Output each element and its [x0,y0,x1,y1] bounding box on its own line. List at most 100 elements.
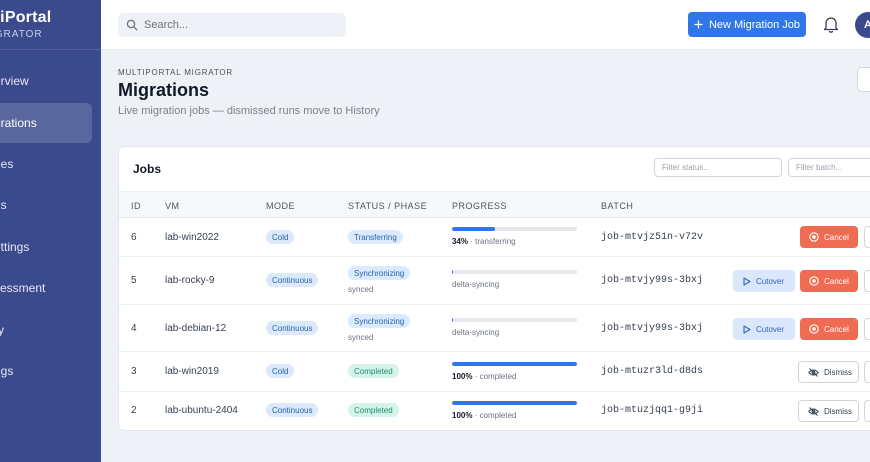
progress-bar [452,227,577,231]
sidebar-item-history[interactable]: ry [0,310,92,350]
dismiss-button[interactable]: Dismiss [798,361,859,383]
progress-bar [452,318,577,322]
table-row: 4 lab-debian-12 Continuous Synchronizing… [119,305,870,352]
sidebar: ltiPortal IGRATOR erview grations des gs… [0,0,101,462]
progress-text: delta-syncing [452,280,499,289]
sidebar-item-label: gs [0,198,7,212]
sidebar-item-logs[interactable]: gs [0,185,92,225]
row-menu-button[interactable] [864,400,870,422]
play-icon [743,324,751,334]
top-bar: New Migration Job A [101,0,870,50]
cancel-circle-icon [809,276,819,286]
job-id: 6 [131,232,137,243]
job-id: 4 [131,323,137,334]
cutover-button[interactable]: Cutover [733,270,795,292]
cancel-label: Cancel [824,276,849,286]
brand-divider [0,49,101,50]
filter-batch-input[interactable] [788,158,870,177]
column-header-id: ID [131,201,141,211]
plus-icon [694,20,703,29]
table-row: 2 lab-ubuntu-2404 Continuous Completed 1… [119,392,870,430]
cancel-label: Cancel [824,232,849,242]
cutover-button[interactable]: Cutover [733,318,795,340]
page-eyebrow: MULTIPORTAL MIGRATOR [118,68,233,77]
table-row: 6 lab-win2022 Cold Transferring 34% · tr… [119,218,870,257]
progress-text: 100% · completed [452,372,517,381]
bell-icon[interactable] [823,15,839,33]
row-menu-button[interactable] [864,318,870,340]
search-input[interactable] [144,19,334,31]
eye-off-icon [808,367,819,377]
jobs-card: Jobs ID VM MODE STATUS / PHASE PROGRESS … [118,146,870,431]
vm-name[interactable]: lab-rocky-9 [165,275,214,286]
cancel-circle-icon [809,324,819,334]
brand-subtitle: IGRATOR [0,29,43,40]
progress-note: delta-syncing [452,328,500,337]
sidebar-item-assessment[interactable]: sessment [0,268,92,308]
batch-id: job-mtuzjqq1-g9ji [601,405,704,416]
filter-status-input[interactable] [654,158,782,177]
sidebar-item-label: ngs [0,364,14,378]
row-menu-button[interactable] [864,226,870,248]
status-badge: Completed [348,403,399,417]
mode-badge: Cold [266,230,295,244]
mode-badge: Cold [266,364,295,378]
sidebar-item-label: ry [0,323,4,337]
sidebar-item-migrations[interactable]: grations [0,103,92,143]
sidebar-item-label: sessment [0,281,46,295]
status-badge: Synchronizing [348,314,411,328]
page-subtitle: Live migration jobs — dismissed runs mov… [118,105,380,117]
header-action-button[interactable] [857,67,870,92]
sidebar-item-settings-primary[interactable]: ettings [0,227,92,267]
search-box[interactable] [118,13,346,37]
dismiss-label: Dismiss [824,367,852,377]
progress-bar [452,270,577,274]
avatar[interactable]: A [855,12,870,38]
column-header-batch: BATCH [601,201,634,211]
sidebar-item-nodes[interactable]: des [0,144,92,184]
new-migration-job-label: New Migration Job [708,18,801,31]
vm-name[interactable]: lab-win2022 [165,232,219,243]
vm-name[interactable]: lab-win2019 [165,366,219,377]
column-header-status: STATUS / PHASE [348,201,428,211]
sidebar-item-label: ettings [0,240,30,254]
cutover-label: Cutover [756,276,785,286]
new-migration-job-button[interactable]: New Migration Job [688,12,806,37]
vm-name[interactable]: lab-debian-12 [165,323,226,334]
sidebar-item-overview[interactable]: erview [0,61,92,101]
batch-id: job-mtvjy99s-3bxj [601,275,704,286]
progress-percent: 34% [452,237,469,246]
column-header-vm: VM [165,201,180,211]
progress-note: delta-syncing [452,280,500,289]
progress-note: · transferring [468,237,516,246]
job-id: 2 [131,405,137,416]
eye-off-icon [808,406,819,416]
progress-fill [452,227,495,231]
cutover-label: Cutover [756,324,785,334]
cancel-button[interactable]: Cancel [800,318,858,340]
batch-id: job-mtvjz51n-v72v [601,232,704,243]
progress-percent: 100% [452,411,473,420]
cancel-button[interactable]: Cancel [800,226,858,248]
status-badge: Completed [348,364,399,378]
vm-name[interactable]: lab-ubuntu-2404 [165,405,238,416]
cancel-label: Cancel [824,324,849,334]
cancel-button[interactable]: Cancel [800,270,858,292]
progress-note: · completed [472,411,517,420]
status-phase: synced [348,285,374,294]
progress-text: 100% · completed [452,411,517,420]
batch-id: job-mtuzr3ld-d8ds [601,366,704,377]
column-header-progress: PROGRESS [452,201,508,211]
sidebar-item-settings[interactable]: ngs [0,351,92,391]
job-id: 3 [131,366,137,377]
cancel-circle-icon [809,232,819,242]
dismiss-button[interactable]: Dismiss [798,400,859,422]
row-menu-button[interactable] [864,270,870,292]
progress-fill [452,318,453,322]
sidebar-item-label: des [0,157,14,171]
progress-fill [452,401,577,405]
row-menu-button[interactable] [864,361,870,383]
progress-text: delta-syncing [452,328,499,337]
status-badge: Synchronizing [348,266,411,280]
job-id: 5 [131,275,137,286]
